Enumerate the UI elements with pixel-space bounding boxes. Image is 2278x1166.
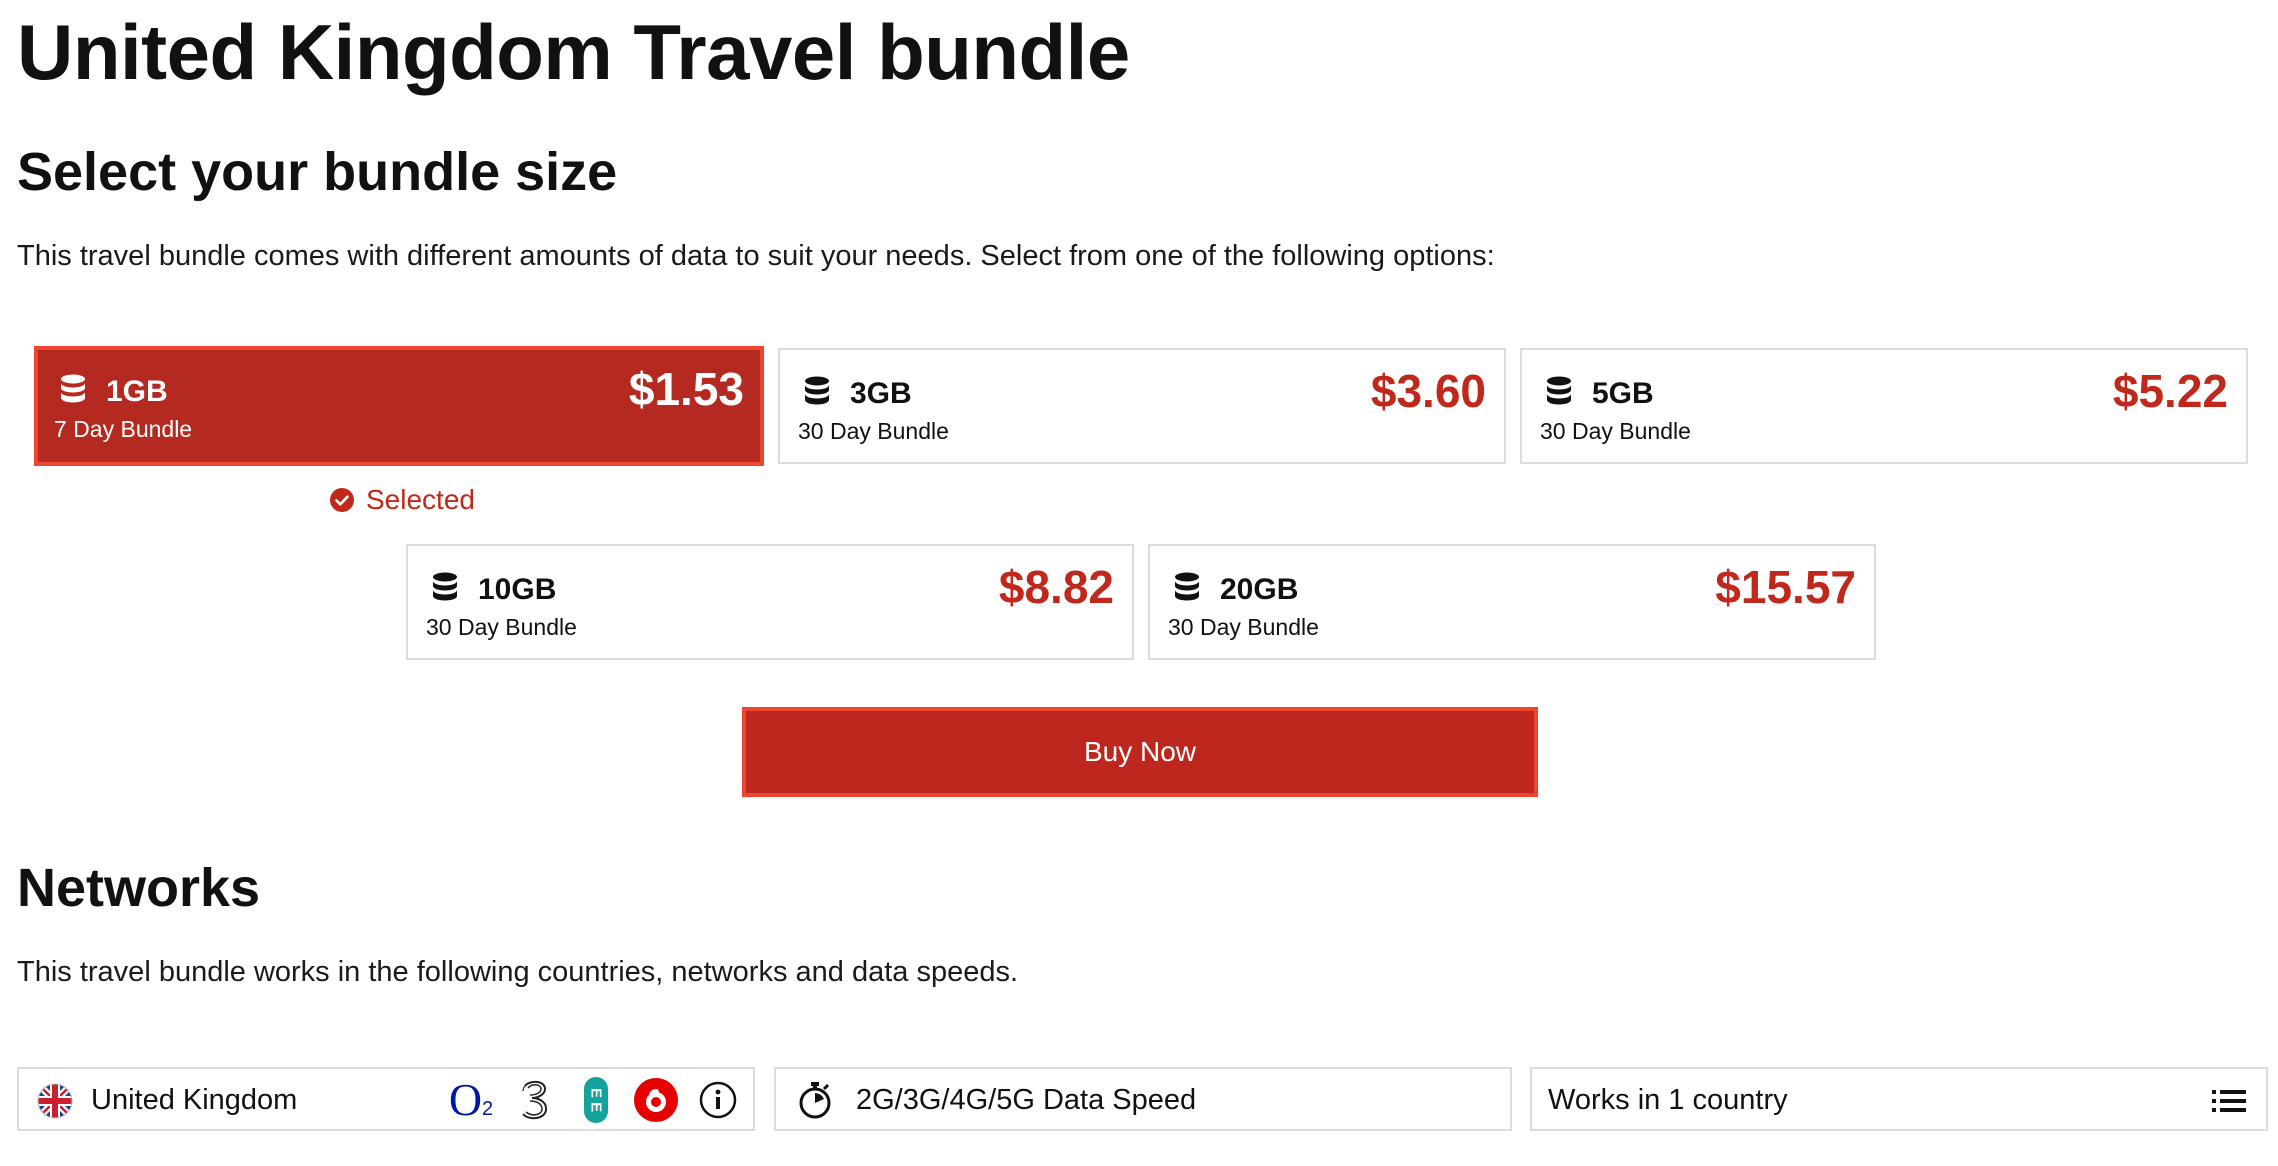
buy-now-button[interactable]: Buy Now (742, 707, 1538, 797)
bundle-size: 1GB (106, 375, 168, 408)
bundle-section-description: This travel bundle comes with different … (17, 240, 1495, 272)
database-icon (1547, 376, 1571, 405)
bundle-size: 5GB (1592, 377, 1654, 410)
bundle-size: 3GB (850, 377, 912, 410)
page-title: United Kingdom Travel bundle (17, 8, 1130, 96)
coverage-label: Works in 1 country (1548, 1084, 1788, 1116)
bundle-card-20gb[interactable]: 20GB 30 Day Bundle $15.57 (1148, 544, 1876, 660)
o2-letter: O (448, 1074, 483, 1125)
ee-text: E E (584, 1077, 608, 1123)
networks-section-description: This travel bundle works in the followin… (17, 956, 1019, 988)
bundle-duration: 30 Day Bundle (426, 614, 577, 640)
selected-label: Selected (366, 484, 475, 515)
database-icon (433, 572, 457, 601)
ee-logo: E E (581, 1077, 611, 1123)
bundle-price: $3.60 (1370, 365, 1486, 417)
data-speed-box: 2G/3G/4G/5G Data Speed (774, 1067, 1512, 1131)
stopwatch-icon (799, 1082, 831, 1119)
bundle-duration: 30 Day Bundle (1168, 614, 1319, 640)
bundle-size: 10GB (478, 573, 557, 606)
o2-subscript: 2 (482, 1098, 494, 1120)
bundle-card-10gb[interactable]: 10GB 30 Day Bundle $8.82 (406, 544, 1134, 660)
three-logo (522, 1080, 548, 1120)
bundle-card-3gb[interactable]: 3GB 30 Day Bundle $3.60 (778, 348, 1506, 464)
database-icon (805, 376, 829, 405)
bundle-price: $1.53 (628, 363, 744, 415)
bundle-card-5gb[interactable]: 5GB 30 Day Bundle $5.22 (1520, 348, 2248, 464)
bundle-size: 20GB (1220, 573, 1299, 606)
data-speed-label: 2G/3G/4G/5G Data Speed (856, 1084, 1197, 1116)
check-circle-icon (330, 488, 354, 512)
info-icon[interactable] (699, 1081, 737, 1119)
bundle-price: $15.57 (1715, 561, 1856, 613)
vodafone-logo (634, 1078, 678, 1122)
networks-section-title: Networks (17, 858, 261, 918)
o2-logo: O 2 (447, 1077, 495, 1123)
bundle-price: $8.82 (998, 561, 1114, 613)
bundle-duration: 7 Day Bundle (54, 416, 193, 442)
bundle-duration: 30 Day Bundle (1540, 418, 1691, 444)
selected-indicator: Selected (330, 484, 475, 516)
database-icon (1175, 572, 1199, 601)
bundle-price: $5.22 (2112, 365, 2228, 417)
list-icon[interactable] (2212, 1089, 2246, 1113)
database-icon (61, 374, 85, 403)
bundle-section-title: Select your bundle size (17, 142, 618, 202)
uk-flag-icon (37, 1083, 73, 1119)
country-name: United Kingdom (91, 1084, 298, 1116)
bundle-duration: 30 Day Bundle (798, 418, 949, 444)
coverage-box[interactable]: Works in 1 country (1530, 1067, 2268, 1131)
bundle-card-1gb[interactable]: 1GB 7 Day Bundle $1.53 (34, 346, 764, 466)
country-networks-box: United Kingdom O 2 E E (17, 1067, 755, 1131)
